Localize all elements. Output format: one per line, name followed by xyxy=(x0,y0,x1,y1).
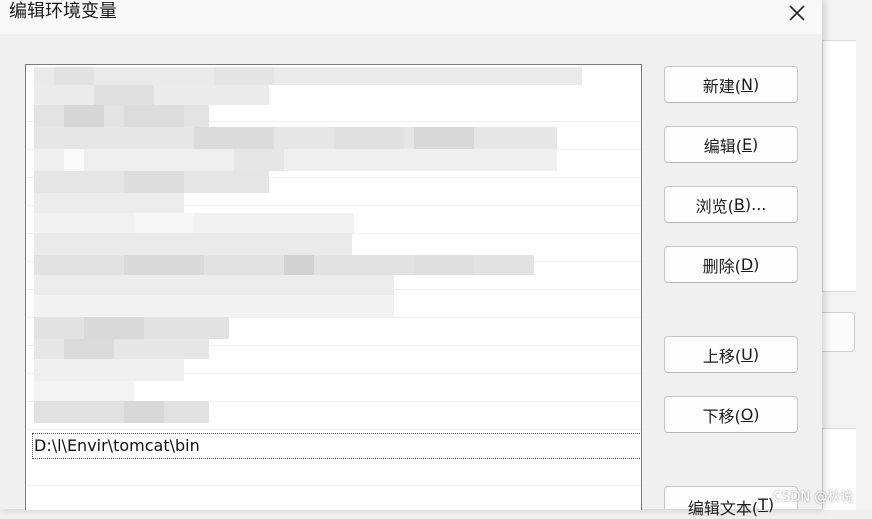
edit-text-button-label: 编辑文本( xyxy=(687,499,759,518)
edit-button-tail: ) xyxy=(752,135,759,154)
move-up-button[interactable]: 上移(U) xyxy=(664,336,798,373)
list-item[interactable] xyxy=(26,457,641,486)
browse-button-tail: )... xyxy=(744,195,767,214)
delete-button-tail: ) xyxy=(753,255,760,274)
browse-button-label: 浏览( xyxy=(695,196,734,216)
browse-button[interactable]: 浏览(B)... xyxy=(664,186,798,223)
new-button[interactable]: 新建(N) xyxy=(664,66,798,103)
watermark: CSDN @秋说 xyxy=(773,490,854,505)
delete-button[interactable]: 删除(D) xyxy=(664,246,798,283)
new-button-label: 新建( xyxy=(702,76,742,96)
move-down-button-label: 下移( xyxy=(702,406,741,426)
move-down-button[interactable]: 下移(O) xyxy=(664,396,798,433)
close-icon xyxy=(789,5,805,21)
blurred-entries xyxy=(34,67,582,423)
path-list[interactable]: D:\l\Envir\tomcat\bin xyxy=(25,64,642,510)
delete-button-accel: D xyxy=(740,255,754,274)
new-button-accel: N xyxy=(741,75,753,94)
edit-text-button-accel: T xyxy=(758,495,768,514)
edit-button-label: 编辑( xyxy=(703,136,742,156)
move-up-button-label: 上移( xyxy=(702,346,742,366)
path-entry-selected[interactable]: D:\l\Envir\tomcat\bin xyxy=(32,433,641,459)
move-up-button-accel: U xyxy=(741,345,753,364)
move-up-button-tail: ) xyxy=(752,345,760,364)
title-bar: 编辑环境变量 xyxy=(0,0,822,34)
edit-button[interactable]: 编辑(E) xyxy=(664,126,798,163)
delete-button-label: 删除( xyxy=(702,256,741,276)
move-down-button-tail: ) xyxy=(753,405,760,424)
background-control xyxy=(822,312,855,352)
edit-button-accel: E xyxy=(741,135,753,154)
new-button-tail: ) xyxy=(752,75,760,94)
background-panel xyxy=(822,40,856,292)
list-item[interactable] xyxy=(26,485,641,510)
dialog-title: 编辑环境变量 xyxy=(9,1,117,22)
browse-button-accel: B xyxy=(733,195,745,214)
edit-env-variable-dialog: 编辑环境变量 D:\l\Envir\tomcat\bin 新建(N) 编辑(… xyxy=(0,0,822,518)
move-down-button-accel: O xyxy=(740,405,754,424)
close-button[interactable] xyxy=(780,0,814,26)
